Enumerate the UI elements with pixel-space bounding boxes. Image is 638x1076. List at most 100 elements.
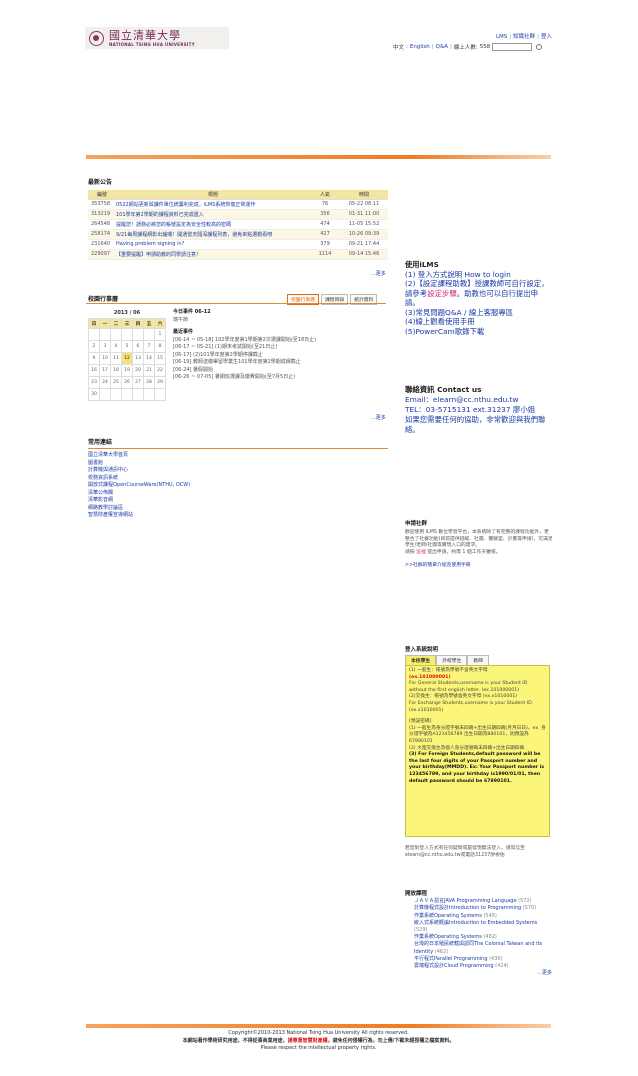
link-library[interactable]: 圖書館 [88,460,388,468]
news-table: 編號 標題 人氣 時間 353758 0522網站更新與課件單位統籌利完成，iLM… [88,190,388,260]
calendar-day[interactable]: 21 [143,364,155,377]
community-link[interactable]: 知識社群 [513,34,535,40]
list-item[interactable]: 平行程式Parallel Programming (436) [405,956,552,963]
news-link[interactable]: 提醒您！請務必將您的帳號設定為安全性較高的密碼 [116,222,231,228]
news-col-views: 人氣 [310,190,340,200]
table-row: 231640 Having problem signing in? 379 09-21… [88,239,388,250]
search-input[interactable] [492,43,533,51]
calendar-day[interactable]: 17 [99,364,111,377]
calendar-day[interactable]: 9 [88,352,100,365]
calendar-day[interactable]: 24 [99,376,111,389]
calendar-day[interactable]: 19 [121,364,133,377]
today-events-title: 今日事件 06-12 [173,309,211,315]
calendar-day[interactable]: 1 [154,328,166,341]
calendar-day[interactable]: 8 [154,340,166,353]
calendar-day[interactable]: 2 [88,340,100,353]
news-col-id: 編號 [88,190,116,200]
ta-steps-link[interactable]: 設定步驟 [427,289,457,298]
calendar-day[interactable]: 6 [132,340,144,353]
tab-teachers[interactable]: 教師 [467,655,490,665]
calendar-day[interactable]: 30 [88,388,100,401]
link-bulletin[interactable]: 清華公佈欄 [88,490,388,498]
news-col-time: 時間 [340,190,388,200]
login-help-footnote: 若您對登入方式有任何疑問或是發現無法登入，請寫信至elearn@cc.nthu.… [405,846,525,858]
calendar-day[interactable]: 26 [121,376,133,389]
manual-link[interactable]: (4)線上觀看使用手冊 [405,317,550,327]
tab-nthu-students[interactable]: 本校學生 [405,655,437,665]
list-item[interactable]: 嵌入式系統概論Introduction to Embedded Systems … [405,920,552,934]
list-item[interactable]: 作業系統Operating Systems (545) [405,913,552,920]
faq-link[interactable]: (3)常見問題Q&A / 線上客服專區 [405,308,550,318]
contact-tel: TEL：03-5715131 ext.31237 廖小姐 [405,405,536,414]
calendar-day [154,388,166,401]
calendar-day[interactable]: 25 [110,376,122,389]
copyright: Copyright©2010-2013 National Tsing Hua U… [228,1030,409,1036]
tab-external-students[interactable]: 外校學生 [436,655,468,665]
news-link[interactable]: 101學年第2學期的課程資料已完成匯入 [116,212,204,218]
contact-email[interactable]: Email：elearn@cc.nthu.edu.tw [405,395,550,405]
calendar-day[interactable]: 23 [88,376,100,389]
links-title: 常用連結 [88,439,113,446]
qa-link[interactable]: Q&A [436,44,448,50]
search-icon[interactable] [536,44,543,50]
calendar-day[interactable]: 28 [143,376,155,389]
link-computer-center[interactable]: 計算機與通訊中心 [88,467,388,475]
calendar-day[interactable]: 11 [110,352,122,365]
news-link[interactable]: Having problem signing in? [116,241,184,247]
calendar-events: 今日事件 06-12 端午節 最近事件 [06-14 ~ 05-18] 102學… [173,309,388,382]
news-link[interactable]: 【重要提醒】申請助教的同學請注意！ [116,252,201,258]
list-item[interactable]: 計算機程式設計Introduction to Programming (570) [405,905,552,912]
calendar-day[interactable]: 10 [99,352,111,365]
calendar-weekday: 二 [110,318,122,329]
calendar-day[interactable]: 27 [132,376,144,389]
community-apply-link[interactable]: 這裡 [416,550,426,555]
calendar-day[interactable]: 29 [154,376,166,389]
link-school-info[interactable]: 校務資訊系統 [88,475,388,483]
calendar-day[interactable]: 12 [121,352,133,365]
header-divider [86,155,551,159]
login-help-title: 登入系統說明 [405,647,439,653]
calendar-weekday: 四 [132,318,144,329]
list-item[interactable]: 雲端程式設計Cloud Programming (424) [405,963,552,970]
calendar-day[interactable]: 16 [88,364,100,377]
calendar-day[interactable]: 14 [143,352,155,365]
calendar-day[interactable]: 3 [99,340,111,353]
calendar-day[interactable]: 7 [143,340,155,353]
calendar-day [110,388,122,401]
calendar-day [121,328,133,341]
link-ip-rights[interactable]: 智慧財產權宣導網站 [88,512,388,520]
link-video[interactable]: 清華影音網 [88,497,388,505]
login-howto-link[interactable]: (1) 登入方式說明 How to login [405,270,550,280]
footer-divider [86,1024,551,1028]
link-forum[interactable]: 網路教學討論區 [88,505,388,513]
news-link[interactable]: 0522網站更新與課件單位統籌利完成，iLMS系統恢復正常運作 [116,202,255,208]
calendar-day[interactable]: 13 [132,352,144,365]
lang-english-link[interactable]: English [410,44,430,50]
news-more-link[interactable]: ...更多 [371,270,386,277]
calendar-day[interactable]: 5 [121,340,133,353]
university-logo[interactable]: 國立清華大學 NATIONAL TSING HUA UNIVERSITY [85,27,229,49]
community-intro-link[interactable]: >>社群的簡單介紹及使用手冊 [405,563,471,568]
table-row: 264548 提醒您！請務必將您的帳號設定為安全性較高的密碼 474 11-05 15… [88,219,388,230]
news-title: 最新公告 [88,179,113,186]
today-event: 端午節 [173,316,189,323]
link-ocw[interactable]: 開放式課程OpenCourseWare(NTHU, OCW) [88,482,388,490]
open-courses: 開放課程 ＪＡＶＡ語言JAVA Programming Language (57… [405,891,552,977]
link-nthu-home[interactable]: 國立清華大學首頁 [88,452,388,460]
useful-links: 常用連結 國立清華大學首頁 圖書館 計算機與通訊中心 校務資訊系統 開放式課程O… [88,437,388,520]
news-col-title: 標題 [116,190,310,200]
courses-more-link[interactable]: ...更多 [537,970,552,976]
calendar-day[interactable]: 15 [154,352,166,365]
lang-chinese[interactable]: 中文 [393,43,404,51]
calendar-day[interactable]: 18 [110,364,122,377]
calendar-more-link[interactable]: ...更多 [371,414,386,421]
calendar-day[interactable]: 22 [154,364,166,377]
calendar-day[interactable]: 4 [110,340,122,353]
login-link[interactable]: 登入 [541,34,552,40]
powercam-link[interactable]: (5)PowerCam歌錄下載 [405,327,550,337]
recent-events-title: 最近事件 [173,329,194,335]
list-item[interactable]: 台灣的日本殖民統轄與認同The Colonial Taiwan and its … [405,941,552,955]
lms-link[interactable]: LMS [496,34,507,40]
calendar-day[interactable]: 20 [132,364,144,377]
news-link[interactable]: 9/21每周課程網影出爐囉！開通當天隨深課程列表，避免來點選觀看唷 [116,232,272,238]
